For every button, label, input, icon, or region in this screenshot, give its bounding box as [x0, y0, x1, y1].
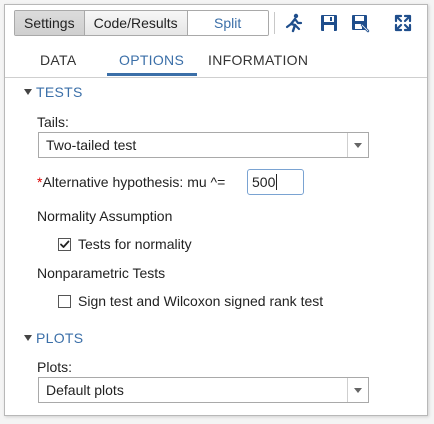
alt-hypothesis-label-text: Alternative hypothesis: mu ^=: [42, 174, 226, 190]
tests-section-title: TESTS: [36, 84, 83, 100]
tails-select[interactable]: Two-tailed test: [38, 132, 369, 158]
tab-options[interactable]: OPTIONS: [119, 43, 184, 77]
alt-hypothesis-input[interactable]: 500: [247, 169, 304, 195]
split-mode-button[interactable]: Split: [187, 11, 268, 35]
tab-data[interactable]: DATA: [40, 43, 76, 77]
plots-section-title: PLOTS: [36, 330, 84, 346]
text-caret: [276, 174, 278, 190]
code-results-mode-button[interactable]: Code/Results: [84, 11, 188, 35]
collapse-triangle-icon: [24, 89, 32, 95]
collapse-triangle-icon: [24, 335, 32, 341]
options-tabs: DATA OPTIONS INFORMATION: [5, 43, 427, 78]
save-icon[interactable]: [319, 13, 339, 33]
plots-section-toggle[interactable]: PLOTS: [24, 330, 83, 346]
nonparametric-tests-label: Nonparametric Tests: [37, 265, 166, 281]
tests-for-normality-checkbox[interactable]: Tests for normality: [58, 236, 258, 254]
tests-for-normality-label: Tests for normality: [78, 236, 192, 252]
task-panel: Settings Code/Results Split DATA OPTIONS…: [4, 4, 428, 416]
settings-mode-button[interactable]: Settings: [15, 11, 85, 35]
plots-dropdown-button[interactable]: [347, 378, 368, 402]
plots-label: Plots:: [37, 359, 73, 375]
run-icon[interactable]: [284, 13, 304, 33]
plots-select[interactable]: Default plots: [38, 377, 369, 403]
checkbox-box[interactable]: [58, 238, 71, 251]
plots-select-value: Default plots: [46, 382, 124, 398]
toolbar: Settings Code/Results Split: [5, 5, 427, 43]
tails-select-value: Two-tailed test: [46, 137, 137, 153]
maximize-icon[interactable]: [393, 13, 413, 33]
toolbar-divider: [274, 12, 275, 34]
alt-hypothesis-label: *Alternative hypothesis: mu ^=: [37, 174, 225, 190]
alt-hypothesis-value: 500: [252, 174, 276, 190]
checkmark-icon: [60, 240, 70, 248]
checkbox-box[interactable]: [58, 295, 71, 308]
tab-selected-indicator: [107, 73, 197, 76]
tails-label: Tails:: [37, 114, 69, 130]
chevron-down-icon: [354, 388, 362, 393]
sign-wilcoxon-checkbox[interactable]: Sign test and Wilcoxon signed rank test: [58, 293, 358, 311]
chevron-down-icon: [354, 143, 362, 148]
normality-assumption-label: Normality Assumption: [37, 208, 173, 224]
tests-section-toggle[interactable]: TESTS: [24, 84, 83, 100]
view-mode-switch: Settings Code/Results Split: [14, 10, 269, 36]
sign-wilcoxon-label: Sign test and Wilcoxon signed rank test: [78, 293, 324, 309]
tab-information[interactable]: INFORMATION: [208, 43, 308, 77]
tails-dropdown-button[interactable]: [347, 133, 368, 157]
save-as-icon[interactable]: [350, 13, 370, 33]
